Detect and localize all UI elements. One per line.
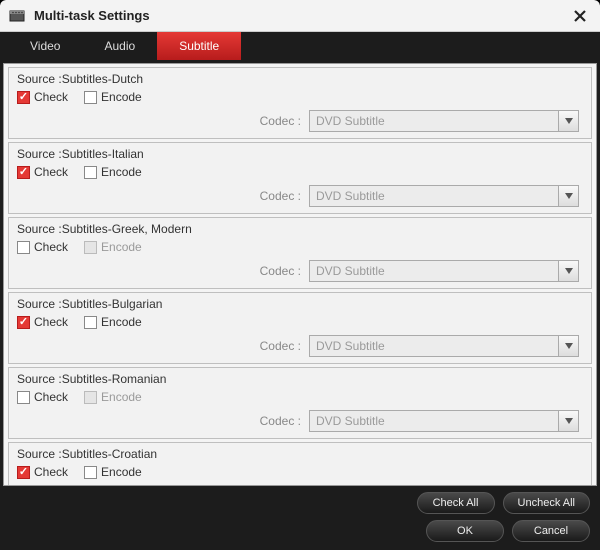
encode-label: Encode <box>101 90 142 104</box>
subtitle-list[interactable]: Source :Subtitles-Dutch Check Encode Cod… <box>4 64 596 485</box>
chevron-down-icon <box>558 186 578 206</box>
app-icon <box>8 7 26 25</box>
codec-row: Codec : DVD Subtitle <box>17 185 583 207</box>
encode-option[interactable]: Encode <box>84 465 142 479</box>
codec-dropdown[interactable]: DVD Subtitle <box>309 335 579 357</box>
codec-row: Codec : DVD Subtitle <box>17 260 583 282</box>
codec-dropdown[interactable]: DVD Subtitle <box>309 110 579 132</box>
codec-value: DVD Subtitle <box>316 264 385 278</box>
encode-checkbox[interactable] <box>84 91 97 104</box>
check-option[interactable]: Check <box>17 315 68 329</box>
subtitle-group: Source :Subtitles-Greek, Modern Check En… <box>8 217 592 289</box>
codec-label: Codec : <box>260 414 301 428</box>
codec-row: Codec : DVD Subtitle <box>17 335 583 357</box>
check-checkbox[interactable] <box>17 91 30 104</box>
check-checkbox[interactable] <box>17 391 30 404</box>
check-option[interactable]: Check <box>17 240 68 254</box>
subtitle-group: Source :Subtitles-Bulgarian Check Encode… <box>8 292 592 364</box>
codec-dropdown[interactable]: DVD Subtitle <box>309 260 579 282</box>
codec-value: DVD Subtitle <box>316 414 385 428</box>
check-option[interactable]: Check <box>17 90 68 104</box>
encode-checkbox <box>84 391 97 404</box>
checkbox-row: Check Encode <box>17 315 583 329</box>
codec-label: Codec : <box>260 114 301 128</box>
source-label: Source :Subtitles-Dutch <box>17 72 583 86</box>
cancel-button[interactable]: Cancel <box>512 520 590 542</box>
titlebar: Multi-task Settings <box>0 0 600 32</box>
encode-checkbox[interactable] <box>84 466 97 479</box>
check-label: Check <box>34 165 68 179</box>
encode-option: Encode <box>84 390 142 404</box>
selection-buttons: Check All Uncheck All <box>417 492 590 514</box>
check-checkbox[interactable] <box>17 166 30 179</box>
close-button[interactable] <box>568 4 592 28</box>
encode-option[interactable]: Encode <box>84 90 142 104</box>
checkbox-row: Check Encode <box>17 390 583 404</box>
encode-label: Encode <box>101 390 142 404</box>
subtitle-group: Source :Subtitles-Dutch Check Encode Cod… <box>8 67 592 139</box>
uncheck-all-button[interactable]: Uncheck All <box>503 492 590 514</box>
window-title: Multi-task Settings <box>34 8 568 23</box>
check-checkbox[interactable] <box>17 241 30 254</box>
codec-row: Codec : DVD Subtitle <box>17 110 583 132</box>
ok-button[interactable]: OK <box>426 520 504 542</box>
footer: Check All Uncheck All OK Cancel <box>0 486 600 550</box>
encode-checkbox <box>84 241 97 254</box>
encode-label: Encode <box>101 465 142 479</box>
codec-dropdown[interactable]: DVD Subtitle <box>309 185 579 207</box>
encode-option[interactable]: Encode <box>84 165 142 179</box>
settings-window: Multi-task Settings Video Audio Subtitle… <box>0 0 600 550</box>
subtitle-group: Source :Subtitles-Croatian Check Encode … <box>8 442 592 485</box>
codec-label: Codec : <box>260 339 301 353</box>
chevron-down-icon <box>558 411 578 431</box>
subtitle-panel: Source :Subtitles-Dutch Check Encode Cod… <box>3 63 597 486</box>
tab-audio[interactable]: Audio <box>82 32 157 60</box>
check-checkbox[interactable] <box>17 466 30 479</box>
codec-label: Codec : <box>260 189 301 203</box>
checkbox-row: Check Encode <box>17 90 583 104</box>
check-label: Check <box>34 240 68 254</box>
encode-checkbox[interactable] <box>84 316 97 329</box>
codec-value: DVD Subtitle <box>316 189 385 203</box>
source-label: Source :Subtitles-Bulgarian <box>17 297 583 311</box>
check-option[interactable]: Check <box>17 165 68 179</box>
check-all-button[interactable]: Check All <box>417 492 495 514</box>
subtitle-group: Source :Subtitles-Romanian Check Encode … <box>8 367 592 439</box>
source-label: Source :Subtitles-Greek, Modern <box>17 222 583 236</box>
tab-bar: Video Audio Subtitle <box>0 32 600 60</box>
chevron-down-icon <box>558 111 578 131</box>
source-label: Source :Subtitles-Italian <box>17 147 583 161</box>
checkbox-row: Check Encode <box>17 465 583 479</box>
chevron-down-icon <box>558 261 578 281</box>
codec-label: Codec : <box>260 264 301 278</box>
source-label: Source :Subtitles-Croatian <box>17 447 583 461</box>
tab-subtitle[interactable]: Subtitle <box>157 32 241 60</box>
dialog-buttons: OK Cancel <box>426 520 590 542</box>
check-checkbox[interactable] <box>17 316 30 329</box>
check-label: Check <box>34 465 68 479</box>
check-label: Check <box>34 390 68 404</box>
tab-video[interactable]: Video <box>8 32 82 60</box>
encode-label: Encode <box>101 165 142 179</box>
source-label: Source :Subtitles-Romanian <box>17 372 583 386</box>
check-label: Check <box>34 90 68 104</box>
encode-label: Encode <box>101 240 142 254</box>
check-option[interactable]: Check <box>17 465 68 479</box>
check-label: Check <box>34 315 68 329</box>
codec-value: DVD Subtitle <box>316 339 385 353</box>
checkbox-row: Check Encode <box>17 165 583 179</box>
encode-checkbox[interactable] <box>84 166 97 179</box>
check-option[interactable]: Check <box>17 390 68 404</box>
codec-row: Codec : DVD Subtitle <box>17 410 583 432</box>
encode-option[interactable]: Encode <box>84 315 142 329</box>
content-area: Source :Subtitles-Dutch Check Encode Cod… <box>0 60 600 486</box>
codec-value: DVD Subtitle <box>316 114 385 128</box>
chevron-down-icon <box>558 336 578 356</box>
encode-option: Encode <box>84 240 142 254</box>
subtitle-group: Source :Subtitles-Italian Check Encode C… <box>8 142 592 214</box>
encode-label: Encode <box>101 315 142 329</box>
checkbox-row: Check Encode <box>17 240 583 254</box>
codec-dropdown[interactable]: DVD Subtitle <box>309 410 579 432</box>
